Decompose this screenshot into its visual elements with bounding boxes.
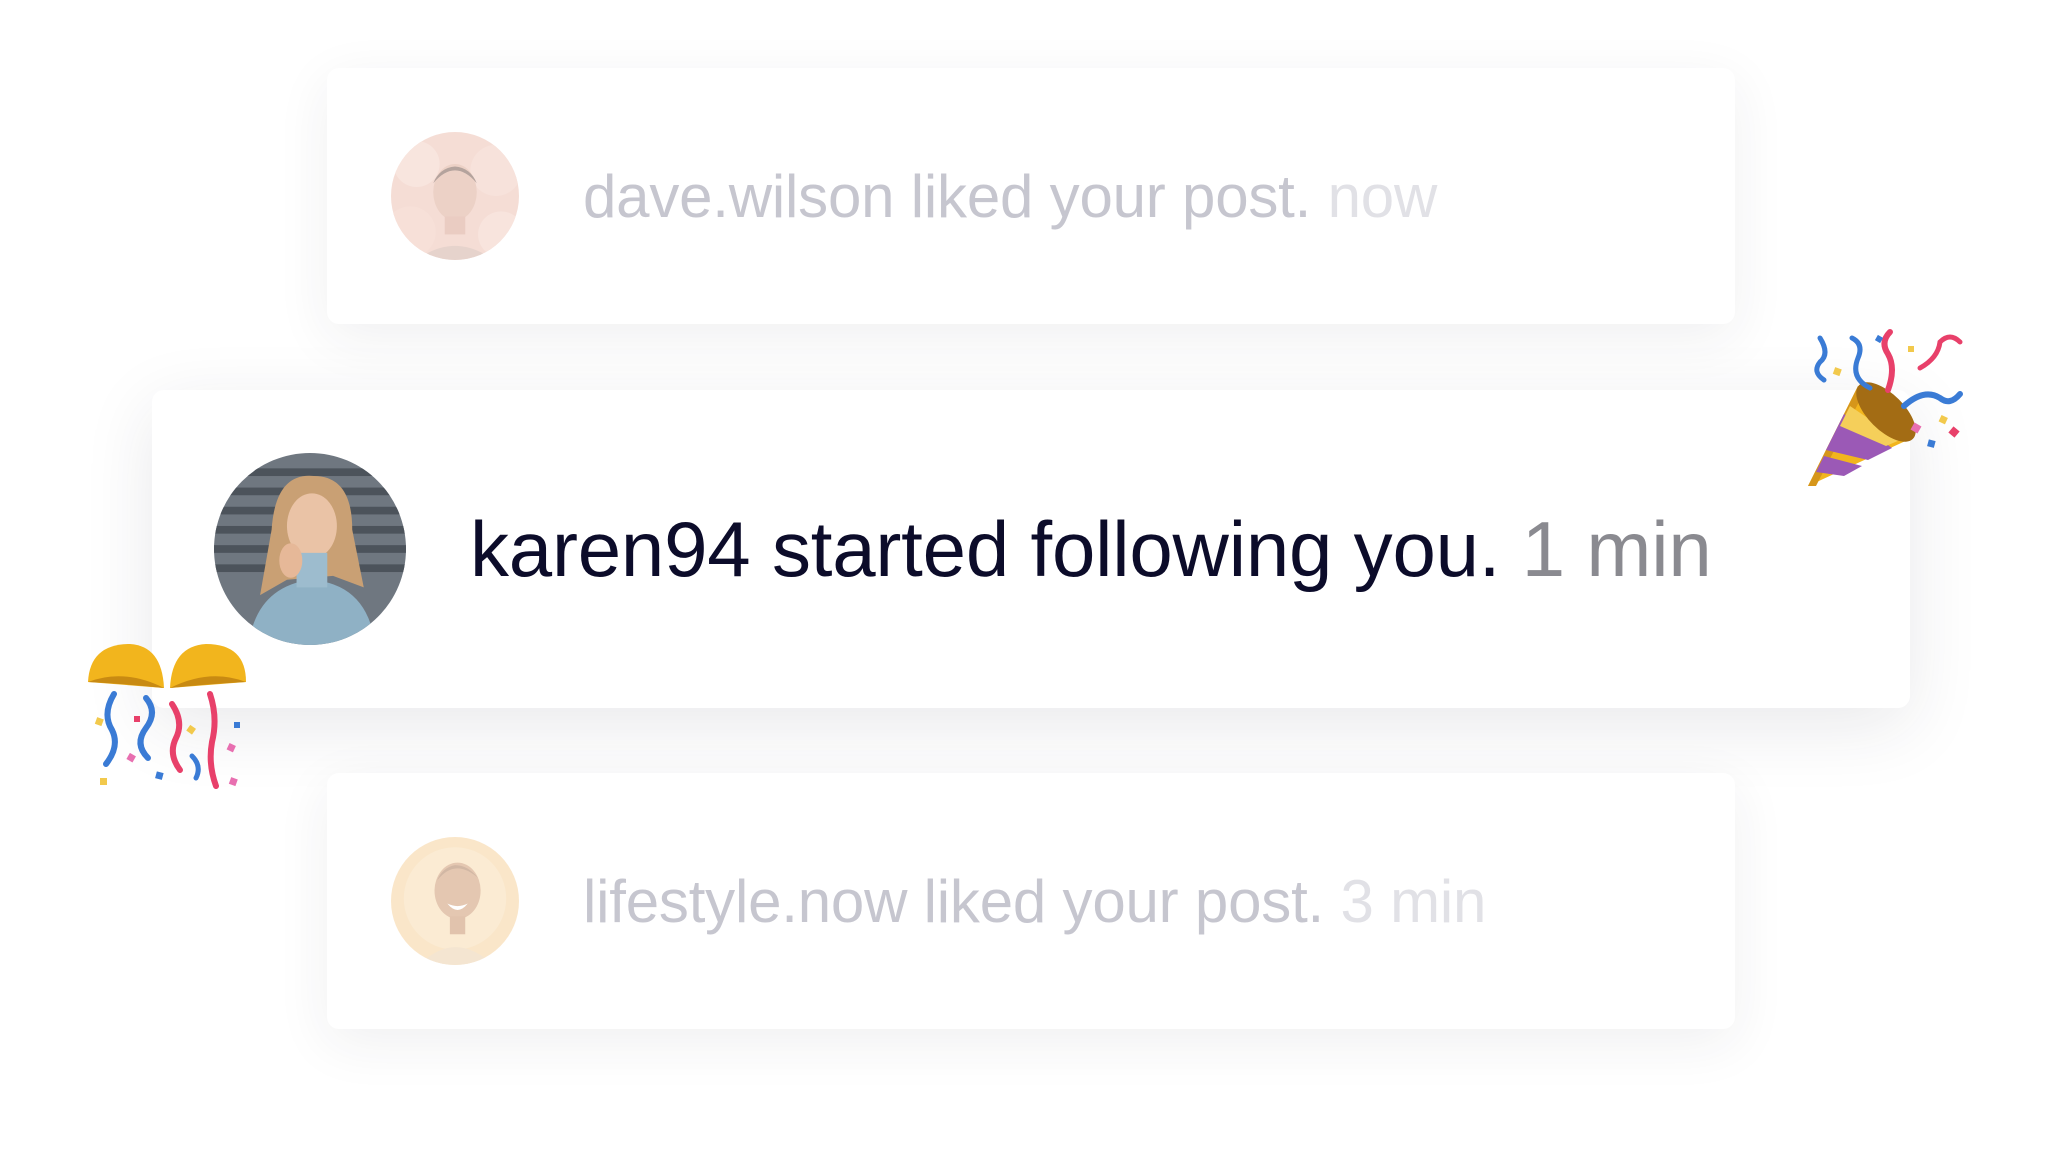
party-popper-icon [1800, 328, 1970, 498]
notification-text: lifestyle.now liked your post. 3 min [583, 867, 1486, 936]
notification-time: 3 min [1340, 867, 1487, 935]
notification-text: karen94 started following you. 1 min [470, 504, 1712, 595]
notification-time: 1 min [1521, 504, 1712, 593]
avatar[interactable] [214, 453, 406, 645]
avatar-icon [391, 132, 519, 260]
notification-message: dave.wilson liked your post. [583, 162, 1312, 230]
notification-card-active[interactable]: karen94 started following you. 1 min [152, 390, 1910, 708]
notification-message: lifestyle.now liked your post. [583, 867, 1325, 935]
avatar-icon [391, 837, 519, 965]
notification-card[interactable]: lifestyle.now liked your post. 3 min [327, 773, 1735, 1029]
notification-time: now [1327, 162, 1438, 230]
notification-card[interactable]: dave.wilson liked your post. now [327, 68, 1735, 324]
avatar[interactable] [391, 132, 519, 260]
notifications-stage: dave.wilson liked your post. now karen94… [0, 0, 2058, 1160]
notification-message: karen94 started following you. [470, 504, 1501, 593]
avatar[interactable] [391, 837, 519, 965]
notification-text: dave.wilson liked your post. now [583, 162, 1437, 231]
confetti-ball-icon [84, 638, 250, 802]
avatar-icon [214, 453, 406, 645]
